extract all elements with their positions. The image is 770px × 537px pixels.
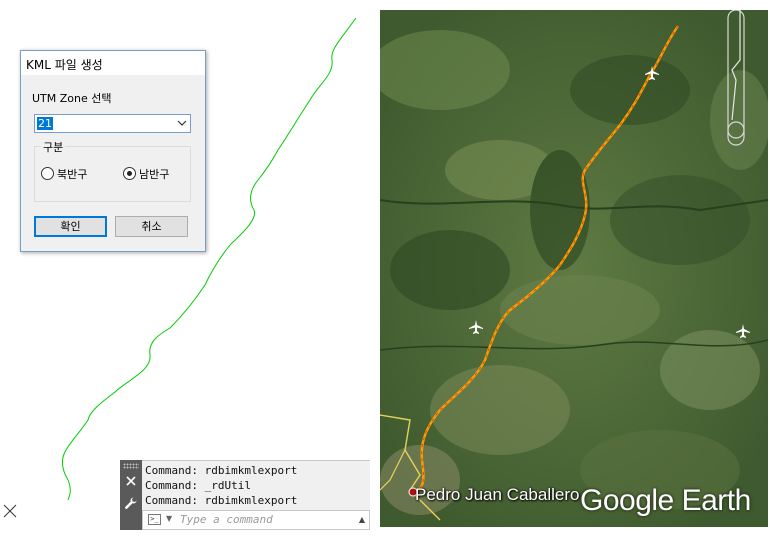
drag-grip-icon[interactable] <box>123 463 139 469</box>
radio-selected-dot <box>127 171 132 176</box>
city-label[interactable]: Pedro Juan Caballero <box>415 485 579 505</box>
airplane-icon[interactable] <box>644 65 660 81</box>
dialog-titlebar[interactable]: KML 파일 생성 <box>21 51 205 75</box>
utm-zone-label: UTM Zone 선택 <box>32 92 112 105</box>
kml-export-dialog: KML 파일 생성 UTM Zone 선택 21 구분 북반구 남반구 확인 취… <box>20 50 206 252</box>
chevron-down-icon <box>177 120 187 126</box>
north-hemisphere-radio[interactable] <box>41 167 54 180</box>
utm-zone-dropdown[interactable]: 21 <box>34 114 191 133</box>
command-prompt-icon[interactable]: >_ <box>148 514 161 525</box>
utm-zone-value: 21 <box>37 117 53 130</box>
ucs-cross-icon <box>3 504 17 518</box>
dialog-title: KML 파일 생성 <box>26 58 103 72</box>
command-input[interactable]: >_ ▼ Type a command ▲ <box>142 510 370 530</box>
hemisphere-group: 구분 북반구 남반구 <box>34 139 191 202</box>
satellite-imagery <box>380 10 768 527</box>
command-history-line: Command: rdbimkmlexport <box>145 464 298 477</box>
airplane-icon[interactable] <box>468 319 484 335</box>
caret-down-icon[interactable]: ▼ <box>166 514 172 523</box>
cancel-button[interactable]: 취소 <box>115 216 188 237</box>
command-placeholder: Type a command <box>180 513 273 526</box>
command-history: Command: rdbimkmlexport Command: _rdUtil… <box>142 460 370 511</box>
command-history-line: Command: rdbimkmlexport <box>145 494 298 507</box>
south-hemisphere-label[interactable]: 남반구 <box>139 166 169 182</box>
wrench-icon[interactable] <box>124 496 138 510</box>
command-line-panel: Command: rdbimkmlexport Command: _rdUtil… <box>120 460 370 530</box>
ok-button[interactable]: 확인 <box>34 216 107 237</box>
hemisphere-group-label: 구분 <box>41 139 66 155</box>
south-hemisphere-radio[interactable] <box>123 167 136 180</box>
airplane-icon[interactable] <box>735 323 751 339</box>
google-earth-map[interactable]: Pedro Juan Caballero Google Earth <box>380 10 768 527</box>
google-earth-logo: Google Earth <box>580 484 751 517</box>
caret-up-icon[interactable]: ▲ <box>359 515 365 524</box>
command-history-line: Command: _rdUtil <box>145 479 251 492</box>
close-icon[interactable] <box>125 475 137 487</box>
north-hemisphere-label[interactable]: 북반구 <box>57 166 87 182</box>
command-panel-sidebar <box>120 460 142 530</box>
